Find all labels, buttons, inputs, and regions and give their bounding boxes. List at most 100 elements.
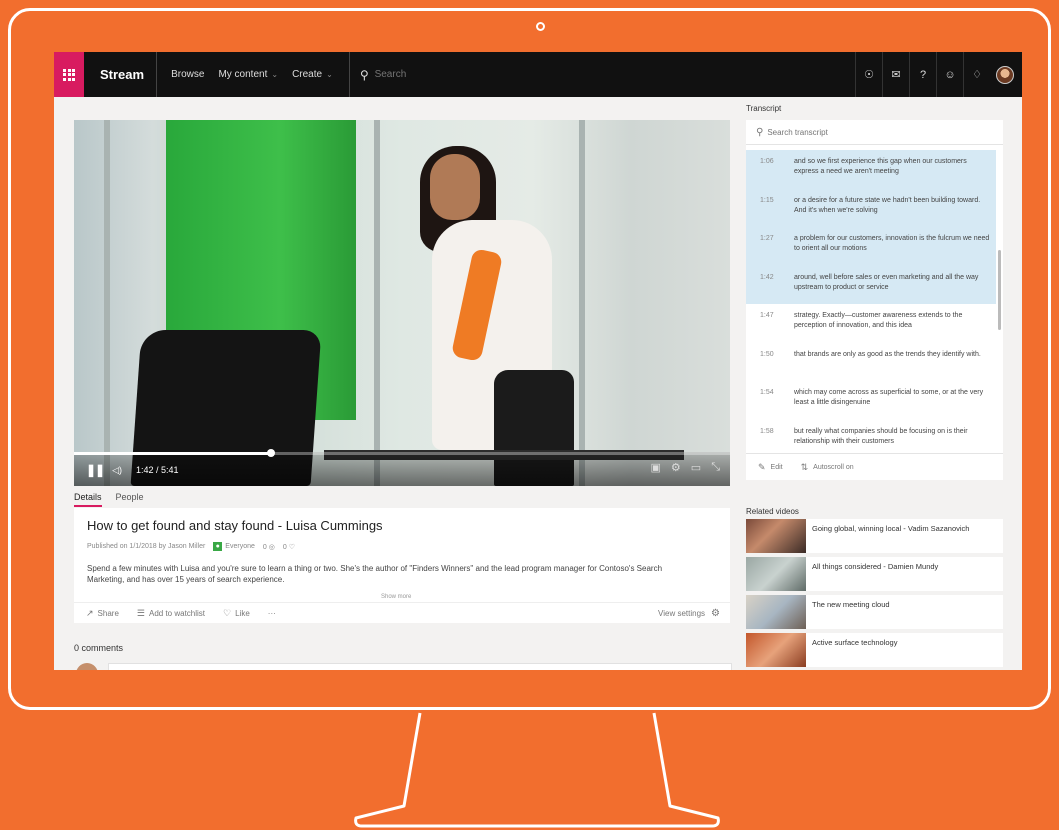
scene-person-head bbox=[430, 154, 480, 220]
theater-mode-icon[interactable]: ▭ bbox=[691, 461, 701, 474]
player-right-controls: ▣ ⚙ ▭ ⤡ bbox=[651, 461, 721, 474]
app-launcher-button[interactable] bbox=[54, 52, 84, 97]
nav-my-content[interactable]: My content ⌄ bbox=[218, 69, 278, 80]
published-info: Published on 1/1/2018 by Jason Miller bbox=[87, 543, 206, 550]
transcript-line[interactable]: 1:15 or a desire for a future state we ha… bbox=[746, 188, 996, 228]
video-thumbnail[interactable] bbox=[746, 519, 806, 553]
transcript-search-input[interactable] bbox=[767, 127, 968, 137]
transcript-line[interactable]: 1:27 a problem for our customers, innovat… bbox=[746, 227, 996, 266]
nav-create[interactable]: Create ⌄ bbox=[292, 69, 333, 80]
video-description: Spend a few minutes with Luisa and you'r… bbox=[87, 564, 663, 584]
show-more-link[interactable]: Show more bbox=[381, 594, 411, 600]
video-actions: ↗ Share ☰ Add to watchlist ♡ Like ··· View … bbox=[74, 602, 730, 623]
tab-details[interactable]: Details bbox=[74, 492, 102, 507]
video-player[interactable]: ❚❚ ◁) 1:42 / 5:41 ▣ ⚙ ▭ ⤡ bbox=[74, 120, 730, 486]
transcript-text: which may come across as superficial to … bbox=[794, 389, 984, 406]
captions-icon[interactable]: ▣ bbox=[651, 461, 661, 474]
related-video-title[interactable]: All things considered - Damien Mundy bbox=[806, 557, 1003, 591]
search-input[interactable] bbox=[374, 69, 575, 80]
transcript-text: and so we first experience this gap when… bbox=[794, 158, 967, 175]
transcript-line[interactable]: 1:54 which may come across as superficial… bbox=[746, 381, 996, 420]
video-thumbnail[interactable] bbox=[746, 595, 806, 629]
video-thumbnail[interactable] bbox=[746, 557, 806, 591]
transcript-list[interactable]: 1:06 and so we first experience this gap … bbox=[746, 150, 996, 450]
fullscreen-icon[interactable]: ⤡ bbox=[711, 461, 720, 474]
related-video-title[interactable]: The new meeting cloud bbox=[806, 595, 1003, 629]
transcript-text: or a desire for a future state we hadn't… bbox=[794, 196, 981, 214]
transcript-line[interactable]: 1:50 that brands are only as good as the … bbox=[746, 343, 996, 382]
transcript-scrollbar[interactable] bbox=[998, 250, 1001, 330]
transcript-timestamp[interactable]: 1:54 bbox=[760, 388, 794, 420]
video-meta: Published on 1/1/2018 by Jason Miller ● … bbox=[87, 542, 295, 551]
bell-icon[interactable]: ♢ bbox=[963, 52, 990, 97]
comment-input[interactable] bbox=[108, 663, 732, 670]
related-video-item[interactable]: Going global, winning local - Vadim Saza… bbox=[746, 519, 1003, 556]
related-video-title[interactable]: Active surface technology bbox=[806, 633, 1003, 667]
mail-icon[interactable]: ✉ bbox=[882, 52, 909, 97]
add-to-watchlist-button[interactable]: ☰ Add to watchlist bbox=[137, 608, 205, 619]
comments-count: 0 comments bbox=[74, 643, 124, 653]
autoscroll-toggle[interactable]: ⇅ Autoscroll on bbox=[801, 462, 854, 473]
pause-icon[interactable]: ❚❚ bbox=[86, 463, 105, 477]
emoji-icon[interactable]: ☺ bbox=[936, 52, 963, 97]
player-controls: ❚❚ ◁) 1:42 / 5:41 ▣ ⚙ ▭ ⤡ bbox=[74, 449, 730, 486]
transcript-timestamp[interactable]: 1:42 bbox=[760, 273, 794, 305]
transcript-timestamp[interactable]: 1:15 bbox=[760, 196, 794, 228]
nav-browse[interactable]: Browse bbox=[171, 69, 204, 80]
transcript-timestamp[interactable]: 1:06 bbox=[760, 157, 794, 189]
settings-icon[interactable]: ⚙ bbox=[671, 461, 681, 474]
view-settings-button[interactable]: View settings ⚙ bbox=[658, 608, 720, 619]
transcript-title: Transcript bbox=[746, 104, 782, 113]
tab-people[interactable]: People bbox=[116, 492, 144, 507]
share-icon: ↗ bbox=[86, 607, 94, 618]
commenter-avatar bbox=[76, 663, 98, 670]
search-bar: ⚲ bbox=[348, 52, 575, 97]
transcript-line[interactable]: 1:58 but really what companies should be … bbox=[746, 420, 996, 451]
related-video-item[interactable]: The new meeting cloud bbox=[746, 595, 1003, 632]
transcript-timestamp[interactable]: 1:58 bbox=[760, 427, 794, 451]
related-video-item[interactable]: All things considered - Damien Mundy bbox=[746, 557, 1003, 594]
transcript-timestamp[interactable]: 1:47 bbox=[760, 311, 794, 343]
watchlist-icon: ☰ bbox=[136, 607, 145, 618]
transcript-line[interactable]: 1:06 and so we first experience this gap … bbox=[746, 150, 996, 189]
search-icon: ⚲ bbox=[359, 67, 369, 82]
pin-icon[interactable]: ☉ bbox=[855, 52, 882, 97]
transcript-text: that brands are only as good as the tren… bbox=[794, 350, 981, 358]
views-count: 0 ◎ bbox=[262, 543, 275, 551]
edit-transcript-button[interactable]: ✎ Edit bbox=[758, 462, 783, 473]
header-actions: ☉ ✉ ? ☺ ♢ bbox=[855, 52, 1022, 97]
seek-bar[interactable] bbox=[74, 449, 730, 457]
related-video-title[interactable]: Going global, winning local - Vadim Saza… bbox=[806, 519, 1003, 553]
transcript-text: a problem for our customers, innovation … bbox=[794, 235, 990, 252]
video-details-card: How to get found and stay found - Luisa … bbox=[74, 508, 730, 623]
audience-label: Everyone bbox=[225, 543, 255, 550]
related-video-item[interactable]: Active surface technology bbox=[746, 633, 1003, 670]
brand-name[interactable]: Stream bbox=[100, 52, 158, 97]
volume-icon[interactable]: ◁) bbox=[112, 465, 122, 476]
transcript-line[interactable]: 1:47 strategy. Exactly—customer awareness… bbox=[746, 304, 996, 343]
gear-icon: ⚙ bbox=[711, 607, 720, 619]
share-button[interactable]: ↗ Share bbox=[86, 608, 119, 619]
seek-handle[interactable] bbox=[266, 449, 275, 457]
chevron-down-icon: ⌄ bbox=[326, 70, 333, 79]
transcript-footer: ✎ Edit ⇅ Autoscroll on bbox=[746, 453, 1003, 480]
search-icon: ⚲ bbox=[756, 126, 764, 138]
user-avatar[interactable] bbox=[996, 65, 1014, 84]
video-thumbnail[interactable] bbox=[746, 633, 806, 667]
transcript-text: strategy. Exactly—customer awareness ext… bbox=[794, 312, 963, 329]
transcript-search: ⚲ bbox=[746, 120, 1003, 145]
transcript-timestamp[interactable]: 1:50 bbox=[760, 350, 794, 382]
related-videos-title: Related videos bbox=[746, 507, 799, 516]
heart-icon: ♡ bbox=[223, 607, 232, 618]
transcript-panel: ⚲ 1:06and so we first experience this ga… bbox=[746, 120, 1003, 480]
like-button[interactable]: ♡ Like bbox=[223, 608, 250, 619]
more-options-button[interactable]: ··· bbox=[268, 609, 276, 618]
scene-window-post bbox=[104, 120, 110, 486]
scene-window-post bbox=[579, 120, 585, 486]
transcript-timestamp[interactable]: 1:27 bbox=[760, 234, 794, 266]
transcript-line[interactable]: 1:42 around, well before sales or even ma… bbox=[746, 265, 996, 305]
detail-tabs: Details People bbox=[74, 492, 144, 507]
chevron-down-icon: ⌄ bbox=[271, 70, 279, 79]
help-icon[interactable]: ? bbox=[909, 52, 936, 97]
related-videos-list: Going global, winning local - Vadim Saza… bbox=[746, 519, 1003, 670]
